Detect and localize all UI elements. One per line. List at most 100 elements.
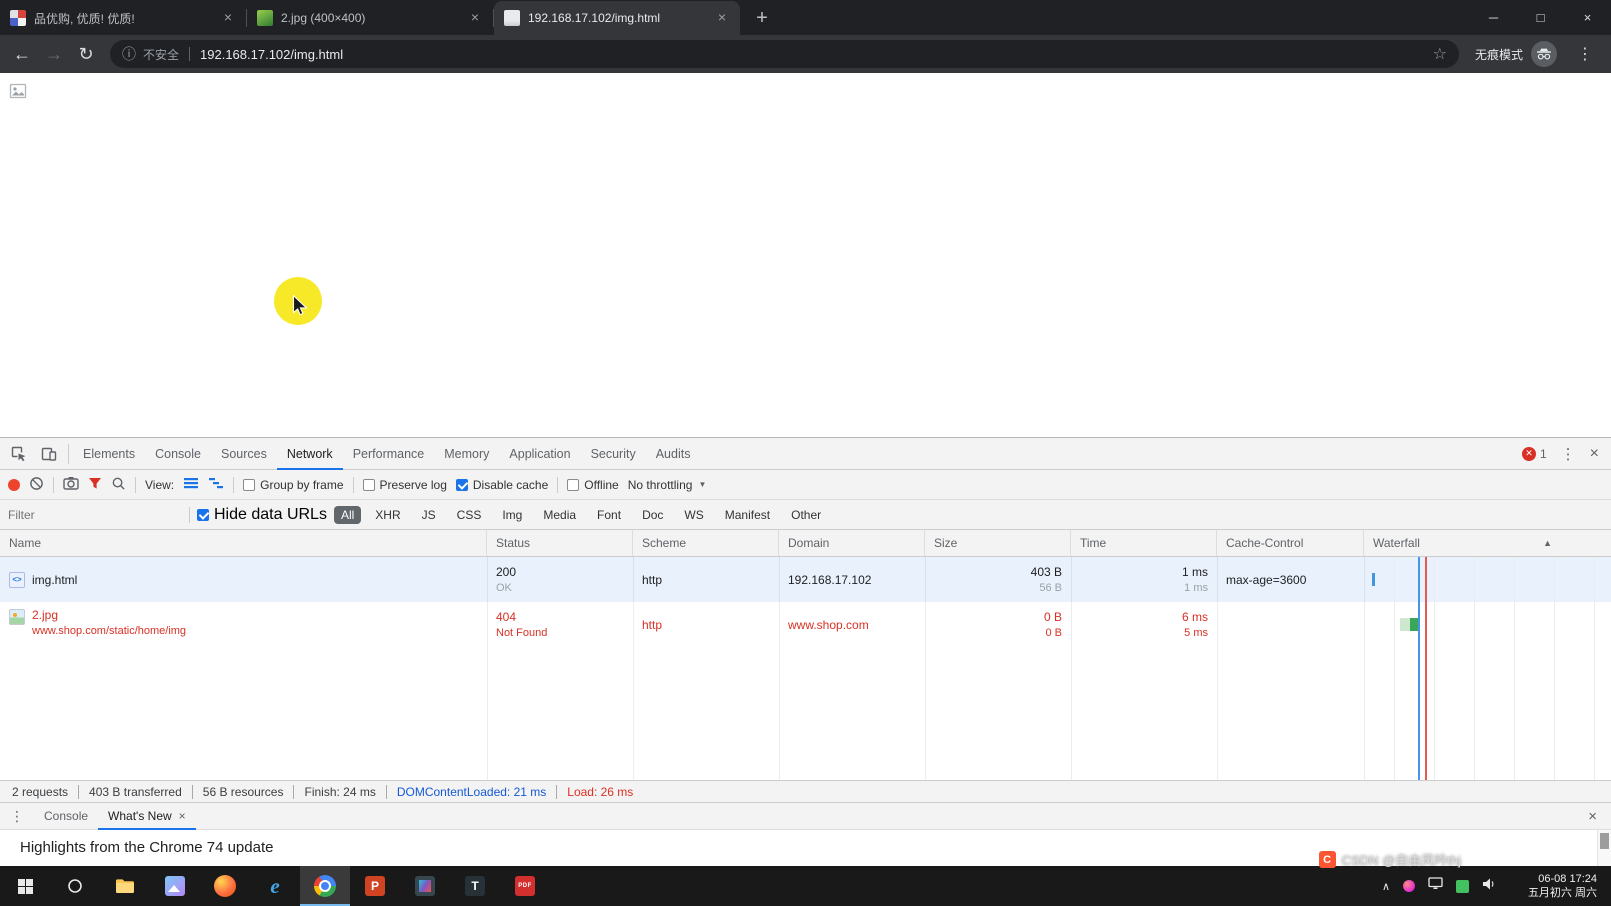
- tab-network[interactable]: Network: [277, 438, 343, 470]
- tab-elements[interactable]: Elements: [73, 438, 145, 470]
- incognito-badge: 无痕模式: [1467, 41, 1565, 67]
- filter-pill-other[interactable]: Other: [784, 506, 828, 524]
- ie-icon[interactable]: [250, 866, 300, 906]
- photos-icon[interactable]: [150, 866, 200, 906]
- devtools-drawer-tabbar: ⋮ Console What's New × ×: [0, 802, 1611, 830]
- filter-pill-css[interactable]: CSS: [450, 506, 489, 524]
- tab-console[interactable]: Console: [145, 438, 211, 470]
- devtools-close-icon[interactable]: ×: [1590, 445, 1599, 463]
- network-row-2-jpg[interactable]: 2.jpg www.shop.com/static/home/img 404 N…: [0, 602, 1611, 647]
- chrome-icon[interactable]: [300, 866, 350, 906]
- tray-monitor-icon[interactable]: [1428, 877, 1443, 895]
- filter-pill-img[interactable]: Img: [495, 506, 529, 524]
- column-header-size[interactable]: Size: [925, 530, 1071, 556]
- tab-audits[interactable]: Audits: [646, 438, 701, 470]
- tab-close-icon[interactable]: ×: [220, 10, 236, 26]
- status-cell: 404 Not Found: [487, 602, 633, 647]
- tab-application[interactable]: Application: [499, 438, 580, 470]
- maximize-button[interactable]: □: [1517, 0, 1564, 35]
- devtools-menu-icon[interactable]: ⋮: [1561, 445, 1576, 463]
- clear-button[interactable]: [29, 476, 44, 494]
- scrollbar[interactable]: [1597, 830, 1611, 866]
- inspect-element-icon[interactable]: [4, 441, 34, 467]
- tab-security[interactable]: Security: [581, 438, 646, 470]
- filter-pill-ws[interactable]: WS: [677, 506, 710, 524]
- tab-sources[interactable]: Sources: [211, 438, 277, 470]
- back-button[interactable]: ←: [6, 38, 38, 70]
- size-cell: 403 B 56 B: [925, 557, 1071, 602]
- tray-green-app-icon[interactable]: [1456, 880, 1469, 893]
- tray-expand-icon[interactable]: ∧: [1382, 880, 1390, 893]
- drawer-tab-console[interactable]: Console: [34, 802, 98, 830]
- scrollbar-thumb[interactable]: [1600, 833, 1609, 849]
- filter-pill-xhr[interactable]: XHR: [368, 506, 407, 524]
- column-header-waterfall[interactable]: Waterfall ▲: [1364, 530, 1611, 556]
- close-window-button[interactable]: ×: [1564, 0, 1611, 35]
- filter-funnel-icon[interactable]: [88, 477, 102, 493]
- filter-input[interactable]: [0, 508, 182, 522]
- tray-app-icon[interactable]: [1403, 880, 1415, 892]
- screenshot-capture-icon[interactable]: [63, 476, 79, 493]
- tab-performance[interactable]: Performance: [343, 438, 435, 470]
- new-tab-button[interactable]: +: [748, 4, 776, 32]
- view-rows-icon[interactable]: [183, 476, 199, 493]
- browser-tab-image[interactable]: 2.jpg (400×400) ×: [247, 1, 493, 35]
- filter-pill-js[interactable]: JS: [415, 506, 443, 524]
- disable-cache-checkbox[interactable]: Disable cache: [456, 478, 548, 492]
- search-icon[interactable]: [111, 476, 126, 494]
- close-tab-icon[interactable]: ×: [179, 809, 186, 823]
- column-header-scheme[interactable]: Scheme: [633, 530, 779, 556]
- search-button[interactable]: [50, 866, 100, 906]
- column-header-cache-control[interactable]: Cache-Control: [1217, 530, 1364, 556]
- sort-ascending-icon: ▲: [1543, 538, 1552, 548]
- preserve-log-checkbox[interactable]: Preserve log: [363, 478, 447, 492]
- incognito-avatar[interactable]: [1531, 41, 1557, 67]
- filter-pill-font[interactable]: Font: [590, 506, 628, 524]
- throttling-dropdown[interactable]: No throttling ▼: [628, 478, 707, 492]
- column-header-domain[interactable]: Domain: [779, 530, 925, 556]
- firefox-icon[interactable]: [200, 866, 250, 906]
- forward-button[interactable]: →: [38, 38, 70, 70]
- typora-icon[interactable]: [450, 866, 500, 906]
- filter-pill-doc[interactable]: Doc: [635, 506, 670, 524]
- filter-pill-all[interactable]: All: [334, 506, 361, 524]
- view-overview-icon[interactable]: [208, 476, 224, 493]
- info-icon[interactable]: ⓘ: [122, 44, 136, 64]
- drawer-close-icon[interactable]: ×: [1574, 808, 1611, 825]
- start-button[interactable]: [0, 866, 50, 906]
- network-row-img-html[interactable]: img.html 200 OK http 192.168.17.102 403 …: [0, 557, 1611, 602]
- filter-pill-manifest[interactable]: Manifest: [718, 506, 777, 524]
- browser-tab-pinyougou[interactable]: 品优购, 优质! 优质! ×: [0, 1, 246, 35]
- browser-tab-active[interactable]: 192.168.17.102/img.html ×: [494, 1, 740, 35]
- request-path: www.shop.com/static/home/img: [32, 625, 186, 637]
- reload-button[interactable]: ↻: [70, 38, 102, 70]
- media-player-icon[interactable]: [400, 866, 450, 906]
- network-filter-row: Hide data URLs All XHR JS CSS Img Media …: [0, 500, 1611, 530]
- minimize-button[interactable]: ─: [1470, 0, 1517, 35]
- omnibox[interactable]: ⓘ 不安全 192.168.17.102/img.html ☆: [110, 40, 1459, 68]
- hide-data-urls-checkbox[interactable]: Hide data URLs: [197, 506, 327, 524]
- offline-checkbox[interactable]: Offline: [567, 478, 618, 492]
- powerpoint-icon[interactable]: [350, 866, 400, 906]
- filter-pill-media[interactable]: Media: [536, 506, 583, 524]
- tab-close-icon[interactable]: ×: [467, 10, 483, 26]
- file-explorer-icon[interactable]: [100, 866, 150, 906]
- column-header-status[interactable]: Status: [487, 530, 633, 556]
- pdf-icon[interactable]: [500, 866, 550, 906]
- drawer-menu-icon[interactable]: ⋮: [0, 808, 34, 825]
- drawer-tab-whats-new[interactable]: What's New ×: [98, 802, 196, 830]
- record-button[interactable]: [8, 479, 20, 491]
- group-by-frame-checkbox[interactable]: Group by frame: [243, 478, 343, 492]
- browser-menu-icon[interactable]: ⋮: [1565, 44, 1605, 64]
- error-count-badge[interactable]: ✕ 1: [1522, 447, 1547, 461]
- taskbar-clock[interactable]: 06-08 17:24 五月初六 周六: [1509, 872, 1597, 900]
- device-toolbar-icon[interactable]: [34, 441, 64, 467]
- checkbox-box: [197, 509, 209, 521]
- photos-glyph: [165, 876, 185, 896]
- tab-memory[interactable]: Memory: [434, 438, 499, 470]
- tab-close-icon[interactable]: ×: [714, 10, 730, 26]
- column-header-time[interactable]: Time: [1071, 530, 1217, 556]
- tray-volume-icon[interactable]: [1482, 877, 1496, 895]
- column-header-name[interactable]: Name: [0, 530, 487, 556]
- bookmark-star-icon[interactable]: ☆: [1433, 44, 1447, 64]
